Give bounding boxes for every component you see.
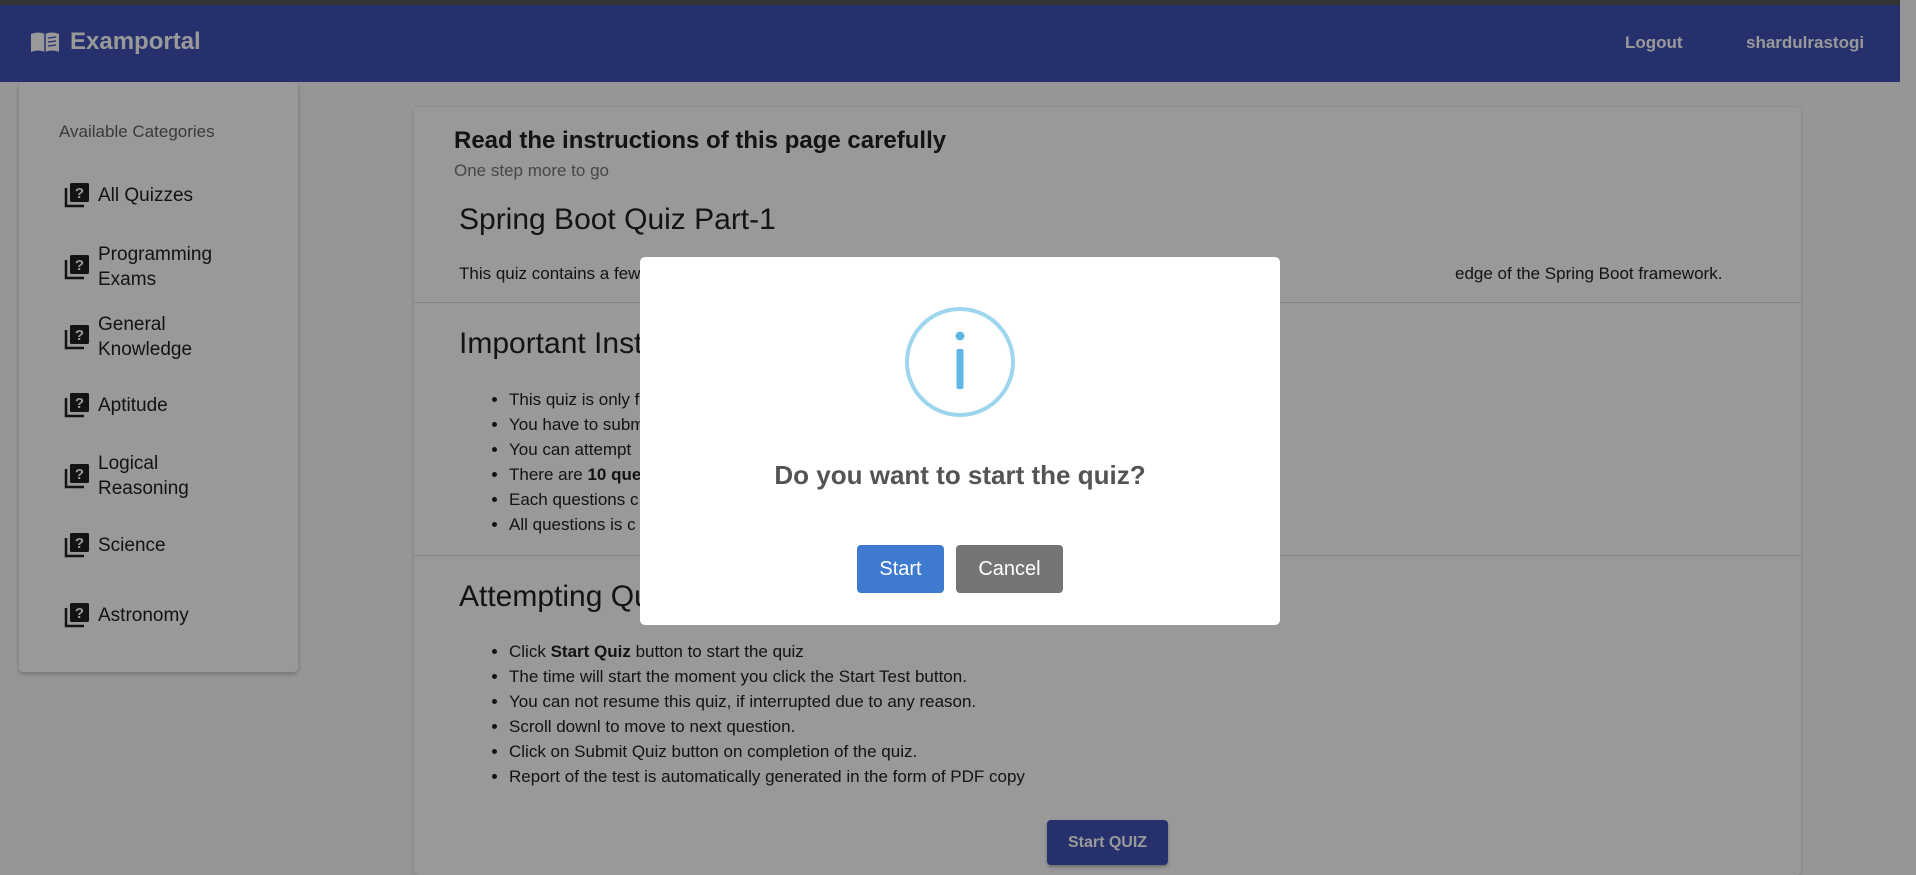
dialog-title: Do you want to start the quiz? <box>774 460 1146 490</box>
dialog-actions: Start Cancel <box>640 545 1280 593</box>
cancel-button[interactable]: Cancel <box>956 545 1063 593</box>
confirm-dialog: Do you want to start the quiz? Start Can… <box>640 257 1280 625</box>
info-icon <box>905 307 1015 417</box>
confirm-start-button[interactable]: Start <box>857 545 944 593</box>
